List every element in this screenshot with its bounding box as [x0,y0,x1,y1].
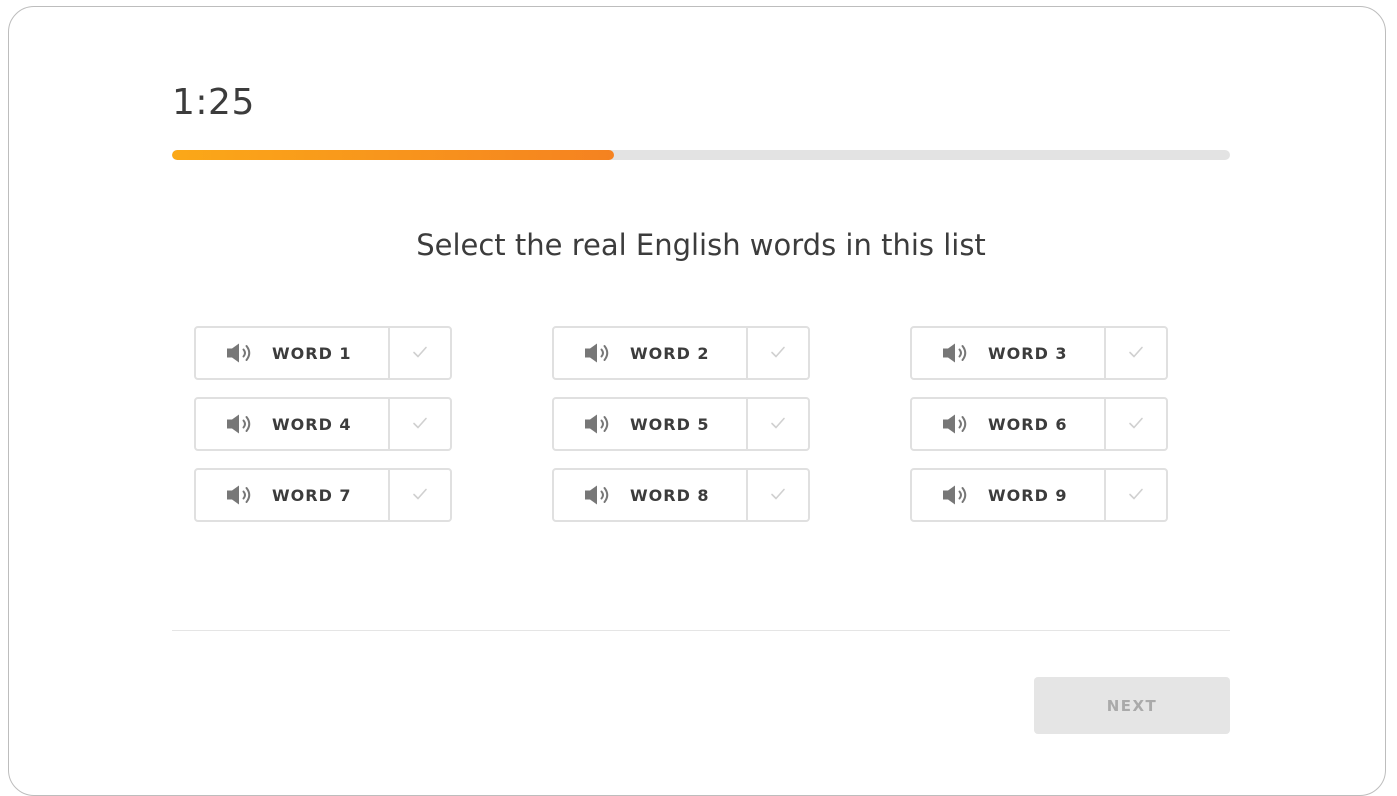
next-button[interactable]: NEXT [1034,677,1230,734]
speaker-icon [584,484,614,506]
speaker-icon [942,413,972,435]
checkmark-icon [412,344,428,363]
word-option: WORD 7 [194,468,452,522]
speaker-icon [226,484,256,506]
word-play-button[interactable]: WORD 5 [554,399,746,449]
word-select-checkbox[interactable] [746,399,808,449]
word-select-checkbox[interactable] [746,470,808,520]
checkmark-icon [1128,415,1144,434]
checkmark-icon [770,486,786,505]
checkmark-icon [1128,344,1144,363]
word-play-button[interactable]: WORD 7 [196,470,388,520]
word-option: WORD 9 [910,468,1168,522]
word-play-button[interactable]: WORD 1 [196,328,388,378]
word-select-checkbox[interactable] [1104,328,1166,378]
speaker-icon [226,413,256,435]
word-play-button[interactable]: WORD 2 [554,328,746,378]
word-select-checkbox[interactable] [1104,470,1166,520]
word-label: WORD 1 [272,343,352,363]
word-option: WORD 1 [194,326,452,380]
word-label: WORD 7 [272,485,352,505]
word-select-checkbox[interactable] [388,399,450,449]
checkmark-icon [412,415,428,434]
speaker-icon [584,342,614,364]
question-prompt: Select the real English words in this li… [416,228,986,262]
word-select-checkbox[interactable] [1104,399,1166,449]
word-select-checkbox[interactable] [388,328,450,378]
word-play-button[interactable]: WORD 3 [912,328,1104,378]
word-play-button[interactable]: WORD 6 [912,399,1104,449]
checkmark-icon [770,344,786,363]
speaker-icon [226,342,256,364]
word-option: WORD 5 [552,397,810,451]
word-option: WORD 4 [194,397,452,451]
word-label: WORD 9 [988,485,1068,505]
word-option: WORD 2 [552,326,810,380]
word-play-button[interactable]: WORD 9 [912,470,1104,520]
word-label: WORD 6 [988,414,1068,434]
speaker-icon [942,342,972,364]
checkmark-icon [770,415,786,434]
countdown-timer: 1:25 [172,82,255,123]
speaker-icon [584,413,614,435]
footer-divider [172,630,1230,631]
word-option: WORD 8 [552,468,810,522]
word-select-checkbox[interactable] [388,470,450,520]
word-options-grid: WORD 1 WORD 2 WORD 3 WORD 4 WORD 5 WORD 6 WORD… [194,326,1168,522]
speaker-icon [942,484,972,506]
checkmark-icon [412,486,428,505]
word-play-button[interactable]: WORD 8 [554,470,746,520]
progress-bar [172,150,1230,160]
word-label: WORD 3 [988,343,1068,363]
checkmark-icon [1128,486,1144,505]
word-label: WORD 4 [272,414,352,434]
word-option: WORD 6 [910,397,1168,451]
word-label: WORD 8 [630,485,710,505]
progress-bar-fill [172,150,615,160]
word-option: WORD 3 [910,326,1168,380]
word-label: WORD 5 [630,414,710,434]
word-play-button[interactable]: WORD 4 [196,399,388,449]
word-select-checkbox[interactable] [746,328,808,378]
word-label: WORD 2 [630,343,710,363]
